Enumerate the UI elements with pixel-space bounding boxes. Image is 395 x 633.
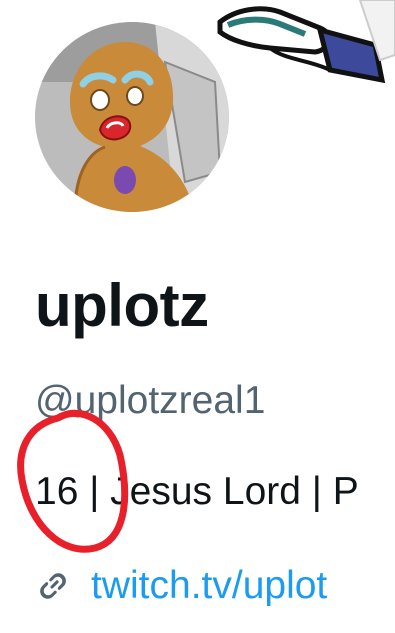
link-icon	[40, 573, 66, 599]
avatar[interactable]	[35, 22, 229, 212]
profile-page: uplotz @uplotzreal1 16 | Jesus Lord | P …	[0, 0, 395, 633]
banner-image	[217, 0, 395, 84]
gingerbread-avatar-image	[35, 22, 229, 212]
bio-text: 16 | Jesus Lord | P	[35, 470, 359, 513]
display-name: uplotz	[35, 272, 209, 339]
website-link-row[interactable]: twitch.tv/uplot	[35, 558, 327, 614]
user-handle: @uplotzreal1	[35, 379, 266, 422]
website-link[interactable]: twitch.tv/uplot	[91, 558, 327, 614]
